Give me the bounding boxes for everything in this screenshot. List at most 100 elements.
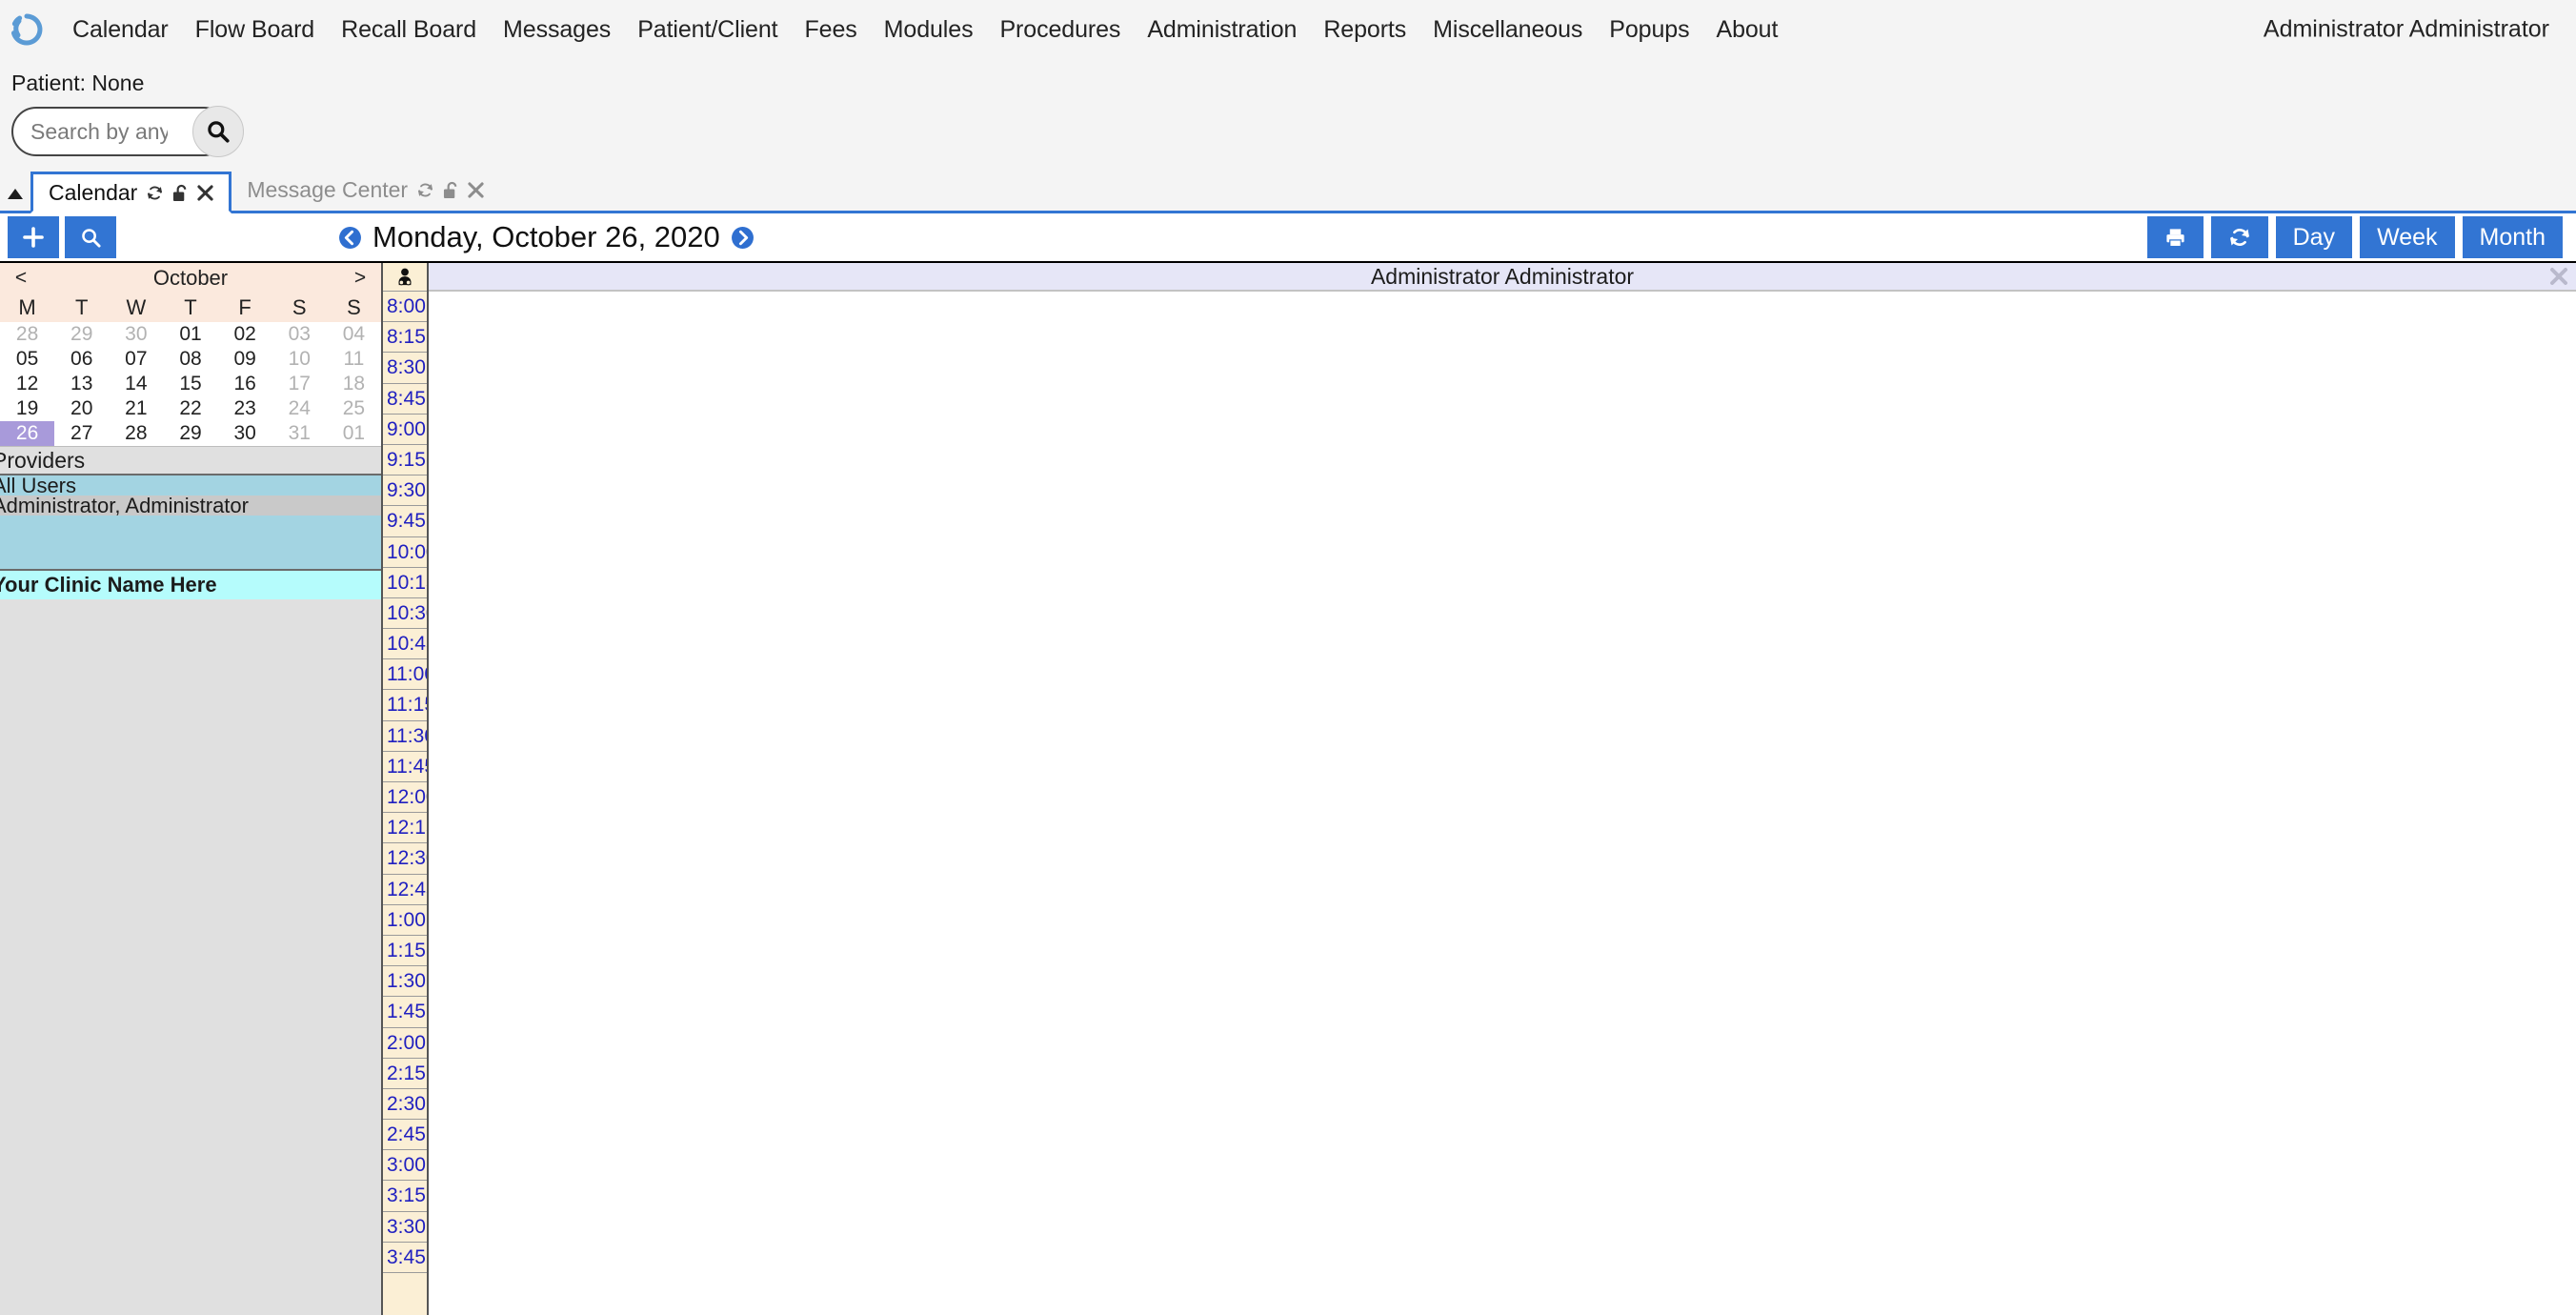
mini-calendar-day[interactable]: 10 bbox=[272, 347, 327, 372]
nav-item-administration[interactable]: Administration bbox=[1134, 16, 1310, 44]
mini-calendar-prev-month-button[interactable]: < bbox=[8, 267, 34, 290]
mini-calendar-day[interactable]: 24 bbox=[272, 396, 327, 421]
appointment-slot[interactable] bbox=[429, 1150, 2576, 1182]
patient-search-button[interactable] bbox=[192, 106, 244, 157]
nav-item-reports[interactable]: Reports bbox=[1310, 16, 1419, 44]
appointment-slot[interactable] bbox=[429, 1211, 2576, 1243]
time-slot[interactable]: 1:00 bbox=[383, 905, 427, 936]
caret-up-icon[interactable] bbox=[0, 189, 30, 211]
appointment-slot[interactable] bbox=[429, 414, 2576, 445]
time-slot[interactable]: 12:30 bbox=[383, 843, 427, 875]
appointment-slot[interactable] bbox=[429, 751, 2576, 782]
mini-calendar-day[interactable]: 14 bbox=[109, 372, 163, 396]
time-slot[interactable]: 3:30 bbox=[383, 1212, 427, 1243]
appointment-slot[interactable] bbox=[429, 629, 2576, 660]
nav-item-modules[interactable]: Modules bbox=[871, 16, 987, 44]
provider-item-all-users[interactable]: All Users bbox=[0, 475, 381, 496]
appointment-slot[interactable] bbox=[429, 292, 2576, 323]
time-slot[interactable]: 11:45 bbox=[383, 752, 427, 782]
mini-calendar-day-selected[interactable]: 26 bbox=[0, 421, 55, 446]
mini-calendar-next-month-button[interactable]: > bbox=[347, 267, 373, 290]
appointment-slot[interactable] bbox=[429, 782, 2576, 814]
next-day-button[interactable] bbox=[731, 226, 755, 250]
close-x-icon[interactable] bbox=[197, 184, 213, 201]
mini-calendar-day[interactable]: 27 bbox=[54, 421, 109, 446]
time-slot[interactable]: 12:45 bbox=[383, 875, 427, 905]
appointment-slot[interactable] bbox=[429, 1027, 2576, 1059]
calendar-search-button[interactable] bbox=[65, 216, 116, 258]
appointment-slot[interactable] bbox=[429, 1242, 2576, 1273]
refresh-icon[interactable] bbox=[416, 181, 434, 199]
time-slot[interactable]: 3:15 bbox=[383, 1181, 427, 1212]
nav-item-fees[interactable]: Fees bbox=[791, 16, 870, 44]
time-slot[interactable]: 11:00 bbox=[383, 659, 427, 691]
time-slot[interactable]: 3:00 bbox=[383, 1150, 427, 1182]
close-x-icon[interactable] bbox=[468, 181, 484, 198]
mini-calendar-day[interactable]: 20 bbox=[54, 396, 109, 421]
time-slot[interactable]: 9:45 bbox=[383, 506, 427, 537]
appointment-slot[interactable] bbox=[429, 536, 2576, 568]
time-slot[interactable]: 11:15 bbox=[383, 690, 427, 721]
appointment-slot[interactable] bbox=[429, 1181, 2576, 1212]
mini-calendar-day[interactable]: 01 bbox=[327, 421, 381, 446]
mini-calendar-day[interactable]: 28 bbox=[109, 421, 163, 446]
unlock-icon[interactable] bbox=[443, 181, 459, 199]
refresh-icon[interactable] bbox=[146, 184, 164, 202]
mini-calendar-day[interactable]: 29 bbox=[54, 322, 109, 347]
mini-calendar-day[interactable]: 09 bbox=[218, 347, 272, 372]
appointment-slot[interactable] bbox=[429, 966, 2576, 998]
view-day-button[interactable]: Day bbox=[2275, 216, 2353, 258]
appointment-slot[interactable] bbox=[429, 1058, 2576, 1089]
appointment-slot[interactable] bbox=[429, 444, 2576, 476]
mini-calendar-day[interactable]: 15 bbox=[163, 372, 217, 396]
nav-item-calendar[interactable]: Calendar bbox=[59, 16, 182, 44]
mini-calendar-day[interactable]: 12 bbox=[0, 372, 54, 396]
provider-item-administrator[interactable]: Administrator, Administrator bbox=[0, 496, 381, 516]
time-slot[interactable]: 10:00 bbox=[383, 537, 427, 568]
mini-calendar-day[interactable]: 03 bbox=[272, 322, 327, 347]
appointment-slot[interactable] bbox=[429, 843, 2576, 875]
time-slot[interactable]: 8:30 bbox=[383, 353, 427, 384]
appointment-slot[interactable] bbox=[429, 935, 2576, 967]
time-slot[interactable]: 1:45 bbox=[383, 997, 427, 1028]
appointment-slot[interactable] bbox=[429, 874, 2576, 905]
refresh-calendar-button[interactable] bbox=[2210, 216, 2268, 258]
appointment-slot[interactable] bbox=[429, 1120, 2576, 1151]
mini-calendar-day[interactable]: 21 bbox=[109, 396, 163, 421]
mini-calendar-day[interactable]: 18 bbox=[327, 372, 381, 396]
print-button[interactable] bbox=[2146, 216, 2204, 258]
time-slot[interactable]: 2:30 bbox=[383, 1089, 427, 1121]
time-slot[interactable]: 2:15 bbox=[383, 1059, 427, 1089]
mini-calendar-day[interactable]: 25 bbox=[327, 396, 381, 421]
appointment-slot[interactable] bbox=[429, 322, 2576, 354]
appointment-slot[interactable] bbox=[429, 597, 2576, 630]
prev-day-button[interactable] bbox=[338, 226, 362, 250]
appointment-slot[interactable] bbox=[429, 567, 2576, 598]
time-slot[interactable]: 8:15 bbox=[383, 322, 427, 354]
provider-column-header[interactable]: Administrator Administrator bbox=[429, 263, 2576, 292]
time-slot[interactable]: 8:00 bbox=[383, 292, 427, 323]
nav-item-popups[interactable]: Popups bbox=[1596, 16, 1702, 44]
time-slot[interactable]: 2:00 bbox=[383, 1028, 427, 1059]
time-slot[interactable]: 10:15 bbox=[383, 568, 427, 598]
nav-item-patient-client[interactable]: Patient/Client bbox=[624, 16, 791, 44]
current-user-label[interactable]: Administrator Administrator bbox=[2264, 16, 2549, 44]
unlock-icon[interactable] bbox=[172, 184, 189, 202]
mini-calendar-day[interactable]: 19 bbox=[0, 396, 54, 421]
mini-calendar-day[interactable]: 30 bbox=[218, 421, 272, 446]
time-slot[interactable]: 12:15 bbox=[383, 813, 427, 844]
time-slot[interactable]: 3:45 bbox=[383, 1243, 427, 1273]
tab-calendar[interactable]: Calendar bbox=[30, 172, 232, 213]
appointment-slot[interactable] bbox=[429, 1088, 2576, 1121]
mini-calendar-day[interactable]: 06 bbox=[54, 347, 109, 372]
nav-item-flow-board[interactable]: Flow Board bbox=[182, 16, 328, 44]
appointment-slot[interactable] bbox=[429, 997, 2576, 1028]
time-slot[interactable]: 2:45 bbox=[383, 1120, 427, 1151]
view-week-button[interactable]: Week bbox=[2360, 216, 2455, 258]
time-slot[interactable]: 11:30 bbox=[383, 721, 427, 752]
appointment-slot[interactable] bbox=[429, 813, 2576, 844]
view-month-button[interactable]: Month bbox=[2462, 216, 2563, 258]
appointment-slot[interactable] bbox=[429, 353, 2576, 384]
mini-calendar-day[interactable]: 04 bbox=[327, 322, 381, 347]
mini-calendar-day[interactable]: 28 bbox=[0, 322, 54, 347]
